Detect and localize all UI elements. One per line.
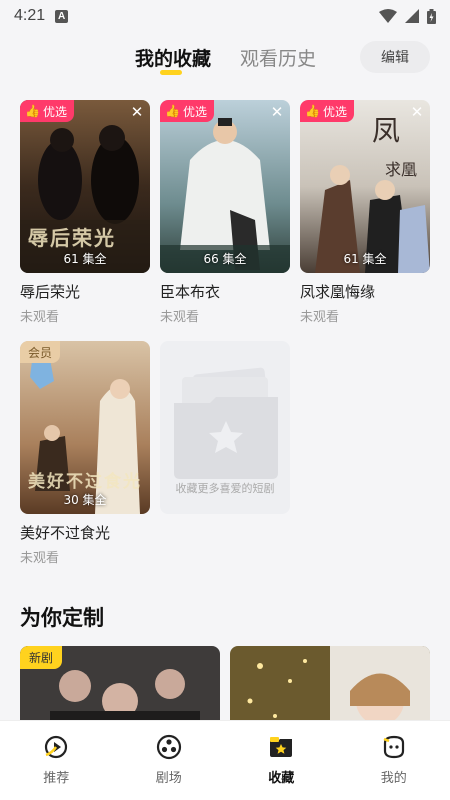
badge-label: 优选 [42,104,67,119]
nav-favorites[interactable]: 收藏 [225,721,338,800]
svg-text:求凰: 求凰 [385,160,417,179]
poster-image[interactable]: 会员 美好不过食光 30 集全 [20,341,150,514]
card-title[interactable]: 辱后荣光 [20,281,150,302]
status-bar: 4:21 A [0,0,450,32]
edit-button[interactable]: 编辑 [360,41,430,73]
status-time: 4:21 [14,7,46,24]
wifi-icon [379,9,397,23]
close-icon[interactable]: ✕ [269,104,285,120]
poster-title-art: 辱后荣光 [28,226,116,250]
badge-label: 优选 [182,104,207,119]
favorite-card[interactable]: 👍 优选 ✕ 辱后荣光 61 集全 辱后荣光 未观看 [20,100,150,325]
thumbs-up-icon: 👍 [305,104,320,118]
section-title: 为你定制 [20,606,104,630]
featured-badge: 👍 优选 [300,100,354,122]
favorites-icon [270,737,293,757]
nav-profile[interactable]: 我的 [338,721,450,800]
episode-count: 61 集全 [343,252,387,266]
episode-count: 66 集全 [203,252,247,266]
bottom-nav: 推荐 剧场 收藏 我的 [0,720,450,800]
add-more-placeholder[interactable]: 收藏更多喜爱的短剧 [160,341,290,514]
card-status: 未观看 [160,310,200,325]
tab-favorites[interactable]: 我的收藏 [135,44,211,71]
status-icons [379,8,436,24]
notification-a-icon: A [55,9,69,23]
nav-label: 推荐 [43,771,70,786]
card-title[interactable]: 臣本布衣 [160,281,290,302]
theater-icon [156,734,181,760]
top-tabs: 我的收藏 观看历史 编辑 [0,36,450,80]
new-badge: 新剧 [20,646,63,669]
empty-hint: 收藏更多喜爱的短剧 [175,482,275,495]
poster-image[interactable]: 👍 优选 ✕ 辱后荣光 61 集全 [20,100,150,273]
thumbs-up-icon: 👍 [165,104,180,118]
nav-label: 我的 [380,771,407,786]
featured-badge: 👍 优选 [160,100,214,122]
nav-label: 收藏 [268,771,295,786]
profile-icon [383,735,404,759]
nav-label: 剧场 [155,771,182,786]
card-title[interactable]: 美好不过食光 [20,522,150,543]
poster-image[interactable]: 👍 优选 ✕ 66 集全 [160,100,290,273]
tab-history[interactable]: 观看历史 [240,44,316,71]
nav-recommend[interactable]: 推荐 [0,721,113,800]
card-status: 未观看 [20,310,60,325]
favorite-card[interactable]: 凤 求凰 👍 优选 ✕ 61 集全 凤求凰悔缘 未观看 [300,100,430,325]
badge-label: 优选 [322,104,347,119]
close-icon[interactable]: ✕ [409,104,425,120]
poster-title-art: 美好不过食光 [28,472,142,492]
featured-badge: 👍 优选 [20,100,74,122]
episode-count: 30 集全 [63,493,107,507]
thumbs-up-icon: 👍 [25,104,40,118]
recommend-icon [45,735,68,759]
member-badge: 会员 [20,341,61,363]
close-icon[interactable]: ✕ [129,104,145,120]
favorite-card[interactable]: 会员 美好不过食光 30 集全 美好不过食光 未观看 [20,341,150,566]
card-status: 未观看 [300,310,340,325]
signal-icon [405,9,419,23]
favorite-card[interactable]: 👍 优选 ✕ 66 集全 臣本布衣 未观看 [160,100,290,325]
episode-count: 61 集全 [63,252,107,266]
card-title[interactable]: 凤求凰悔缘 [300,281,430,302]
card-status: 未观看 [20,551,60,566]
battery-icon [427,8,436,24]
svg-text:凤: 凤 [372,114,400,147]
poster-image[interactable]: 凤 求凰 👍 优选 ✕ 61 集全 [300,100,430,273]
tab-active-indicator [160,70,182,75]
nav-theater[interactable]: 剧场 [113,721,226,800]
